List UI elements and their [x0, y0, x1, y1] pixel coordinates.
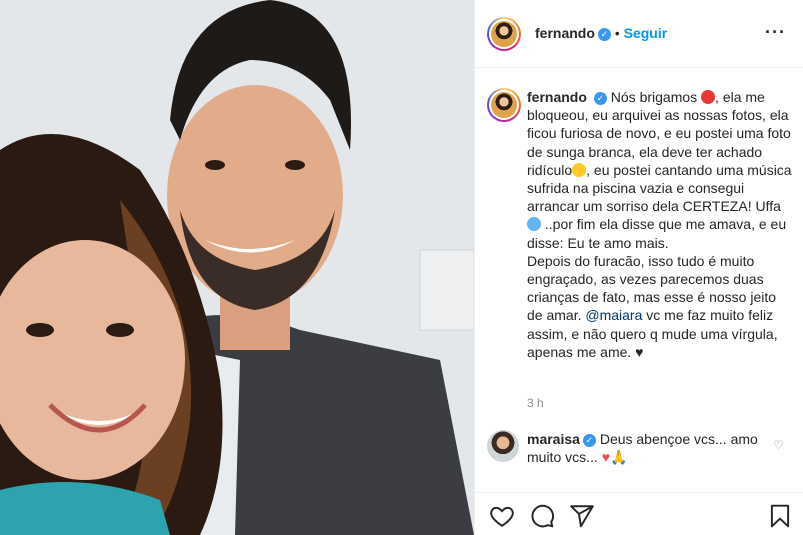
commenter-username[interactable]: maraisa	[527, 431, 580, 447]
fearful-face-icon	[527, 217, 541, 232]
post-timestamp[interactable]: 3 h	[527, 396, 544, 410]
selfie-photo	[0, 0, 474, 535]
post-header: fernando ✓ • Seguir ···	[475, 0, 803, 68]
eye-roll-face-icon	[572, 162, 587, 177]
author-avatar[interactable]	[487, 17, 521, 51]
caption-part-4: ..por fim ela disse que me amava, e eu d…	[527, 216, 787, 251]
caption-text: fernando ✓ Nós brigamos , ela me bloqueou…	[527, 88, 792, 361]
comment-text: maraisa ✓ Deus abençoe vcs... amo muito v…	[527, 430, 792, 466]
header-author: fernando ✓ • Seguir	[535, 25, 667, 41]
verified-badge-icon: ✓	[582, 433, 596, 447]
caption-username[interactable]: fernando	[527, 89, 587, 105]
verified-badge-icon: ✓	[593, 91, 607, 105]
post-photo[interactable]	[0, 0, 474, 535]
black-heart-icon: ♥	[635, 343, 644, 360]
comment-like-icon[interactable]: ♡	[773, 438, 784, 452]
mention-link[interactable]: @maiara	[585, 307, 642, 323]
post-caption: fernando ✓ Nós brigamos , ela me bloqueou…	[487, 88, 792, 361]
pray-icon: 🙏	[610, 449, 628, 466]
comment-icon[interactable]	[529, 503, 555, 529]
more-options-icon[interactable]: ···	[765, 22, 786, 43]
share-icon[interactable]	[569, 503, 595, 529]
author-username[interactable]: fernando	[535, 25, 595, 41]
post-sidebar: fernando ✓ • Seguir ··· fernando ✓ Nós briga…	[474, 0, 803, 535]
caption-part-1: Nós brigamos	[610, 89, 702, 105]
follow-button[interactable]: Seguir	[624, 25, 668, 41]
verified-badge-icon: ✓	[597, 27, 611, 41]
instagram-post: fernando ✓ • Seguir ··· fernando ✓ Nós briga…	[0, 0, 803, 535]
bookmark-icon[interactable]	[767, 503, 793, 529]
red-heart-icon: ♥	[601, 449, 610, 466]
commenter-avatar[interactable]	[487, 430, 519, 462]
separator-dot: •	[614, 26, 620, 41]
caption-avatar[interactable]	[487, 88, 521, 122]
action-bar	[475, 492, 803, 535]
heart-outline-icon[interactable]	[489, 503, 515, 529]
comment-item: maraisa ✓ Deus abençoe vcs... amo muito v…	[487, 430, 792, 466]
angry-face-icon	[701, 90, 716, 104]
